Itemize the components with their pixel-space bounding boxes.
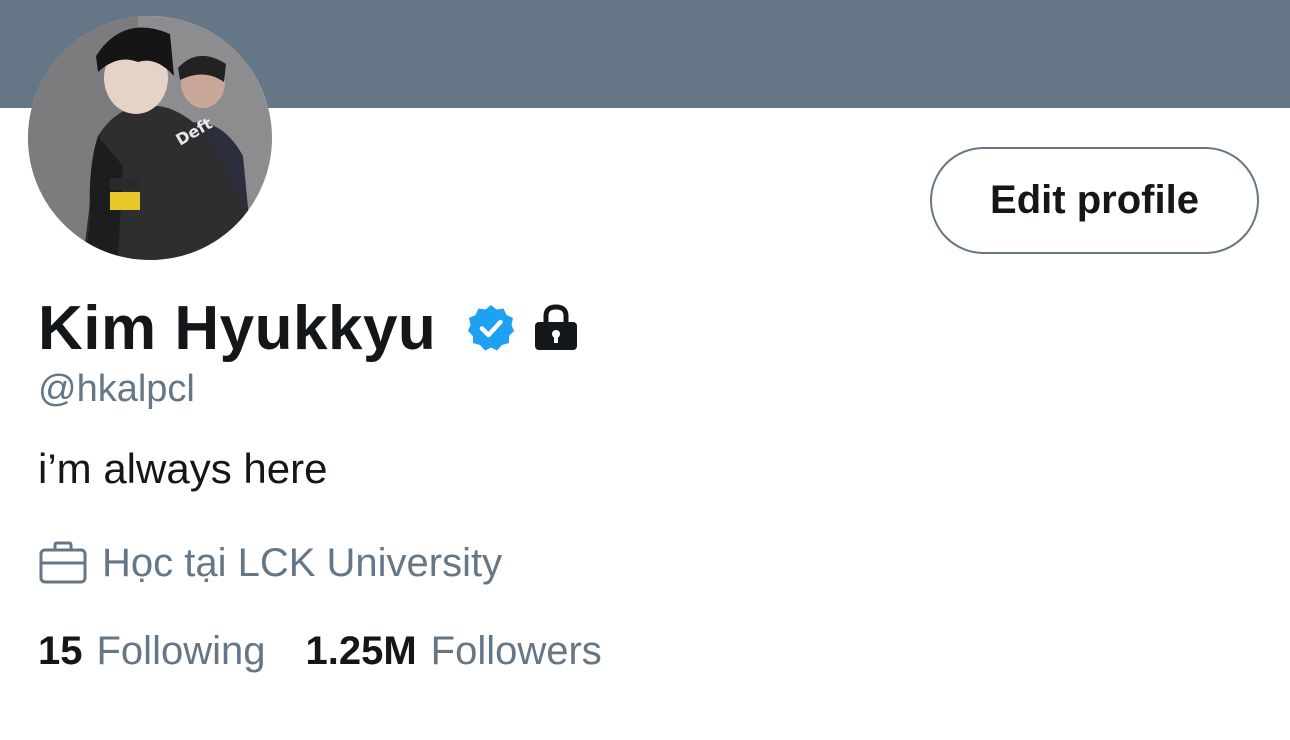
work-text: Học tại LCK University <box>102 540 503 585</box>
briefcase-icon <box>39 541 87 584</box>
profile-bio: i’m always here <box>38 445 328 492</box>
name-row: Kim Hyukkyu <box>38 290 580 366</box>
followers-label: Followers <box>430 628 602 673</box>
avatar[interactable]: Deft <box>28 16 272 260</box>
edit-profile-button[interactable]: Edit profile <box>930 147 1259 254</box>
profile-work: Học tại LCK University <box>38 536 502 590</box>
following-link[interactable]: 15 Following <box>38 629 265 674</box>
profile-handle: @hkalpcl <box>38 368 195 410</box>
lock-icon <box>535 304 578 350</box>
followers-link[interactable]: 1.25M Followers <box>305 629 601 674</box>
avatar-photo: Deft <box>28 16 272 260</box>
following-count: 15 <box>38 628 83 673</box>
profile-stats: 15 Following 1.25M Followers <box>38 624 602 678</box>
followers-count: 1.25M <box>305 628 417 673</box>
following-label: Following <box>96 628 266 673</box>
verified-icon <box>468 305 515 351</box>
profile-name: Kim Hyukkyu <box>38 293 437 363</box>
